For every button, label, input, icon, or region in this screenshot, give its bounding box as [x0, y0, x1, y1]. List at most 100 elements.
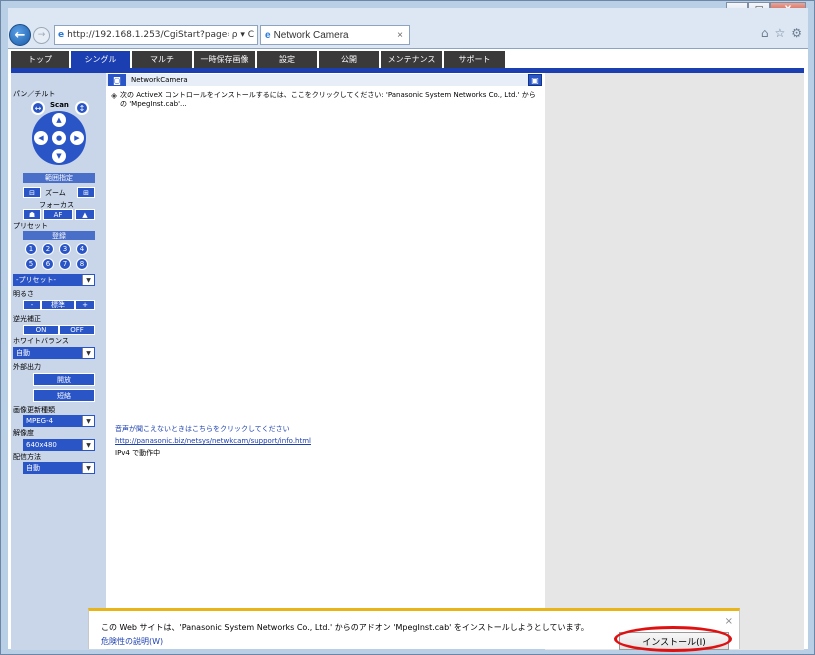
rotate-left-icon[interactable]: ↔ — [31, 101, 45, 115]
favorites-star-icon[interactable]: ☆ — [774, 26, 785, 40]
rotate-vertical-icon[interactable]: ↕ — [75, 101, 89, 115]
tab-single[interactable]: シングル — [71, 51, 132, 68]
tab-close-icon[interactable]: × — [397, 30, 403, 41]
chevron-down-icon: ▼ — [82, 440, 94, 450]
viewer-header: ◙ NetworkCamera ▣ — [106, 74, 542, 86]
activex-info-bar[interactable]: ◈ 次の ActiveX コントロールをインストールするには、ここをクリックして… — [111, 91, 536, 109]
pan-tilt-label: パン／チルト — [13, 90, 56, 98]
tab-temp-images[interactable]: 一時保存画像 — [194, 51, 257, 68]
tab-public[interactable]: 公開 — [319, 51, 381, 68]
preset-2-button[interactable]: 2 — [42, 243, 54, 255]
backlight-off-button[interactable]: OFF — [59, 325, 95, 335]
ie-logo-icon: e — [58, 30, 65, 40]
zoom-out-button[interactable]: ⊟ — [23, 187, 41, 198]
browser-frame: ← → e http://192.168.1.253/CgiStart?page… — [8, 8, 808, 652]
delivery-method-select[interactable]: 自動 ▼ — [23, 462, 95, 474]
white-balance-select[interactable]: 自動 ▼ — [13, 347, 95, 359]
white-balance-label: ホワイトバランス — [13, 337, 69, 345]
blank-area — [545, 73, 804, 650]
notification-message: この Web サイトは、'Panasonic System Networks C… — [101, 623, 589, 632]
preset-3-button[interactable]: 3 — [59, 243, 71, 255]
preset-4-button[interactable]: 4 — [76, 243, 88, 255]
image-format-label: 画像更新種類 — [13, 406, 55, 414]
tab-top[interactable]: トップ — [11, 51, 71, 68]
camera-viewer: ◙ NetworkCamera ▣ ◈ 次の ActiveX コントロールをイン… — [106, 74, 542, 418]
tab-maintenance[interactable]: メンテナンス — [381, 51, 444, 68]
preset-register-button[interactable]: 登録 — [23, 231, 95, 240]
control-panel: パン／チルト ↔ Scan ↕ ▲ ◀ ● ▶ ▼ 範囲指定 ⊟ ズーム ⊞ フ… — [11, 73, 106, 650]
tilt-up-button[interactable]: ▲ — [52, 113, 66, 127]
backlight-label: 逆光補正 — [13, 315, 41, 323]
address-bar[interactable]: e http://192.168.1.253/CgiStart?page=S ρ… — [54, 25, 258, 45]
shield-icon: ◈ — [111, 91, 118, 100]
camera-icon: ◙ — [108, 74, 126, 86]
ie-tab-icon: e — [265, 29, 271, 41]
notification-close-icon[interactable]: × — [725, 616, 733, 627]
preset-7-button[interactable]: 7 — [59, 258, 71, 270]
viewer-footer: 音声が聞こえないときはこちらをクリックしてください http://panason… — [115, 423, 311, 459]
chevron-down-icon: ▼ — [82, 348, 94, 358]
external-open-button[interactable]: 開放 — [33, 373, 95, 386]
home-icon[interactable]: ⌂ — [761, 26, 769, 40]
resolution-label: 解像度 — [13, 429, 34, 437]
search-refresh-controls[interactable]: ρ ▾ C — [229, 30, 257, 40]
brightness-standard-button[interactable]: 標準 — [41, 300, 75, 310]
support-link[interactable]: http://panasonic.biz/netsys/netwkcam/sup… — [115, 435, 311, 447]
scan-label: Scan — [50, 101, 69, 109]
viewer-title: NetworkCamera — [131, 76, 188, 84]
preset-label: プリセット — [13, 222, 48, 230]
tab-multi[interactable]: マルチ — [132, 51, 194, 68]
chevron-down-icon: ▼ — [82, 416, 94, 426]
preset-1-button[interactable]: 1 — [25, 243, 37, 255]
settings-gear-icon[interactable]: ⚙ — [791, 26, 802, 40]
focus-far-button[interactable]: ▲ — [75, 209, 95, 220]
home-position-button[interactable]: ● — [52, 131, 66, 145]
zoom-label: ズーム — [45, 189, 66, 197]
highlight-ring — [614, 626, 732, 652]
browser-tab[interactable]: e Network Camera × — [260, 25, 410, 45]
focus-near-button[interactable]: ☗ — [23, 209, 41, 220]
chevron-down-icon: ▼ — [82, 275, 94, 285]
resolution-value: 640x480 — [26, 441, 57, 449]
back-arrow-icon[interactable]: ← — [9, 24, 31, 46]
fullscreen-icon[interactable]: ▣ — [528, 74, 542, 86]
pan-tilt-pad: ▲ ◀ ● ▶ ▼ — [32, 111, 86, 165]
preset-6-button[interactable]: 6 — [42, 258, 54, 270]
backlight-on-button[interactable]: ON — [23, 325, 59, 335]
preset-8-button[interactable]: 8 — [76, 258, 88, 270]
pan-right-button[interactable]: ▶ — [70, 131, 84, 145]
audio-help-link[interactable]: 音声が聞こえないときはこちらをクリックしてください — [115, 423, 311, 435]
risk-explanation-link[interactable]: 危険性の説明(W) — [101, 636, 163, 647]
image-format-select[interactable]: MPEG-4 ▼ — [23, 415, 95, 427]
delivery-method-label: 配信方法 — [13, 453, 41, 461]
tab-support[interactable]: サポート — [444, 51, 507, 68]
preset-select[interactable]: -プリセット- ▼ — [13, 274, 95, 286]
browser-window: – □ X ← → e http://192.168.1.253/CgiStar… — [0, 0, 815, 655]
preset-5-button[interactable]: 5 — [25, 258, 37, 270]
external-short-button[interactable]: 短絡 — [33, 389, 95, 402]
ipv4-status: IPv4 で動作中 — [115, 449, 161, 457]
activex-message: 次の ActiveX コントロールをインストールするには、ここをクリックしてくだ… — [120, 91, 536, 108]
navigation-bar: ← → e http://192.168.1.253/CgiStart?page… — [8, 22, 808, 48]
brightness-plus-button[interactable]: + — [75, 300, 95, 310]
brightness-minus-button[interactable]: - — [23, 300, 41, 310]
white-balance-value: 自動 — [16, 349, 30, 357]
toolbar-icons: ⌂ ☆ ⚙ — [761, 26, 802, 40]
tilt-down-button[interactable]: ▼ — [52, 149, 66, 163]
tab-settings[interactable]: 設定 — [257, 51, 319, 68]
range-select-button[interactable]: 範囲指定 — [23, 173, 95, 183]
main-menu: トップ シングル マルチ 一時保存画像 設定 公開 メンテナンス サポート — [11, 51, 507, 68]
preset-select-value: -プリセット- — [16, 276, 57, 284]
autofocus-button[interactable]: AF — [43, 209, 73, 220]
tab-title: Network Camera — [273, 29, 349, 41]
brightness-label: 明るさ — [13, 290, 34, 298]
delivery-method-value: 自動 — [26, 464, 40, 472]
forward-arrow-icon[interactable]: → — [33, 26, 50, 44]
pan-left-button[interactable]: ◀ — [34, 131, 48, 145]
resolution-select[interactable]: 640x480 ▼ — [23, 439, 95, 451]
chevron-down-icon: ▼ — [82, 463, 94, 473]
zoom-in-button[interactable]: ⊞ — [77, 187, 95, 198]
page-content: トップ シングル マルチ 一時保存画像 設定 公開 メンテナンス サポート パン… — [8, 48, 808, 650]
address-url: http://192.168.1.253/CgiStart?page=S — [67, 30, 229, 40]
external-output-label: 外部出力 — [13, 363, 41, 371]
